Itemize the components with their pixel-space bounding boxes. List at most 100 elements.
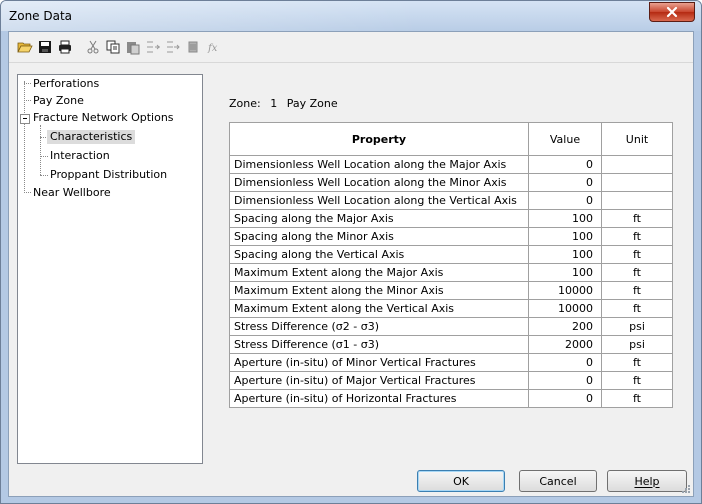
table-row[interactable]: Dimensionless Well Location along the Mi… [229, 173, 673, 192]
tree-line [24, 100, 31, 101]
window-title: Zone Data [9, 9, 73, 23]
value-cell[interactable]: 0 [528, 173, 602, 192]
dialog-client: fx Perforations Pay Zone Fracture Networ… [8, 31, 694, 497]
delete-row-icon[interactable] [185, 39, 201, 55]
property-cell: Maximum Extent along the Major Axis [229, 263, 529, 282]
table-row[interactable]: Maximum Extent along the Minor Axis 10000… [229, 281, 673, 300]
zone-number: 1 [270, 97, 278, 110]
table-row[interactable]: Spacing along the Major Axis 100 ft [229, 209, 673, 228]
property-cell: Dimensionless Well Location along the Ma… [229, 155, 529, 174]
insert-row-icon[interactable] [145, 39, 161, 55]
copy-icon[interactable] [105, 39, 121, 55]
value-cell[interactable]: 100 [528, 209, 602, 228]
value-cell[interactable]: 100 [528, 263, 602, 282]
table-row[interactable]: Aperture (in-situ) of Major Vertical Fra… [229, 371, 673, 390]
tree-item-perforations[interactable]: Perforations [33, 77, 99, 91]
property-cell: Aperture (in-situ) of Minor Vertical Fra… [229, 353, 529, 372]
cancel-button[interactable]: Cancel [519, 470, 597, 492]
unit-cell: ft [601, 281, 673, 300]
paste-icon[interactable] [125, 39, 141, 55]
tree-item-pay-zone[interactable]: Pay Zone [33, 94, 84, 108]
value-cell[interactable]: 0 [528, 371, 602, 390]
table-row[interactable]: Aperture (in-situ) of Horizontal Fractur… [229, 389, 673, 408]
value-cell[interactable]: 100 [528, 245, 602, 264]
tree-item-near-wellbore[interactable]: Near Wellbore [33, 186, 111, 200]
zone-name: Pay Zone [286, 97, 338, 110]
table-row[interactable]: Dimensionless Well Location along the Ve… [229, 191, 673, 210]
toolbar: fx [9, 32, 701, 62]
tree-line [40, 156, 48, 157]
property-column-header[interactable]: Property [229, 122, 529, 156]
value-cell[interactable]: 10000 [528, 299, 602, 318]
tree-item-interaction[interactable]: Interaction [50, 149, 110, 163]
value-column-header[interactable]: Value [528, 122, 602, 156]
value-cell[interactable]: 0 [528, 155, 602, 174]
append-row-icon[interactable] [165, 39, 181, 55]
table-row[interactable]: Stress Difference (σ1 - σ3) 2000 psi [229, 335, 673, 354]
tree-item-fracture-network-options[interactable]: Fracture Network Options [33, 111, 174, 125]
value-cell[interactable]: 0 [528, 191, 602, 210]
unit-cell [601, 191, 673, 210]
help-label: Help [634, 474, 660, 488]
cut-icon[interactable] [85, 39, 101, 55]
property-cell: Maximum Extent along the Minor Axis [229, 281, 529, 300]
property-cell: Maximum Extent along the Vertical Axis [229, 299, 529, 318]
unit-cell: ft [601, 227, 673, 246]
property-cell: Spacing along the Minor Axis [229, 227, 529, 246]
unit-cell: ft [601, 371, 673, 390]
unit-cell: ft [601, 245, 673, 264]
save-icon[interactable] [37, 39, 53, 55]
table-row[interactable]: Dimensionless Well Location along the Ma… [229, 155, 673, 174]
property-cell: Stress Difference (σ1 - σ3) [229, 335, 529, 354]
tree-item-proppant-distribution[interactable]: Proppant Distribution [50, 168, 167, 182]
unit-cell: ft [601, 299, 673, 318]
zone-data-window: Zone Data fx Perforations Pay Zone Fract… [0, 0, 702, 504]
value-cell[interactable]: 200 [528, 317, 602, 336]
tree-item-characteristics[interactable]: Characteristics [47, 130, 136, 144]
table-row[interactable]: Maximum Extent along the Major Axis 100 ft [229, 263, 673, 282]
zone-label: Zone: 1 Pay Zone [229, 97, 344, 110]
print-icon[interactable] [57, 39, 73, 55]
tree-line [24, 81, 25, 191]
unit-cell: ft [601, 353, 673, 372]
property-table: Property Value Unit Dimensionless Well L… [229, 122, 673, 408]
property-cell: Spacing along the Vertical Axis [229, 245, 529, 264]
unit-cell: ft [601, 209, 673, 228]
property-cell: Dimensionless Well Location along the Ve… [229, 191, 529, 210]
tree-line [24, 83, 31, 84]
navigation-tree[interactable]: Perforations Pay Zone Fracture Network O… [17, 74, 203, 464]
table-row[interactable]: Spacing along the Vertical Axis 100 ft [229, 245, 673, 264]
unit-cell: ft [601, 389, 673, 408]
collapse-toggle[interactable] [20, 114, 30, 124]
zone-prefix: Zone: [229, 97, 261, 110]
value-cell[interactable]: 10000 [528, 281, 602, 300]
close-button[interactable] [649, 2, 695, 22]
title-bar[interactable]: Zone Data [1, 1, 701, 31]
table-row[interactable]: Maximum Extent along the Vertical Axis 10… [229, 299, 673, 318]
unit-cell: psi [601, 335, 673, 354]
value-cell[interactable]: 100 [528, 227, 602, 246]
unit-cell [601, 173, 673, 192]
unit-cell [601, 155, 673, 174]
tree-line [40, 125, 41, 175]
close-icon [666, 6, 678, 18]
ok-button[interactable]: OK [417, 470, 505, 492]
table-row[interactable]: Stress Difference (σ2 - σ3) 200 psi [229, 317, 673, 336]
help-button[interactable]: Help [607, 470, 687, 492]
property-cell: Spacing along the Major Axis [229, 209, 529, 228]
property-cell: Aperture (in-situ) of Major Vertical Fra… [229, 371, 529, 390]
property-cell: Stress Difference (σ2 - σ3) [229, 317, 529, 336]
unit-cell: ft [601, 263, 673, 282]
resize-grip-icon[interactable] [680, 483, 690, 493]
open-icon[interactable] [17, 39, 33, 55]
function-icon[interactable]: fx [205, 39, 221, 55]
unit-column-header[interactable]: Unit [601, 122, 673, 156]
property-cell: Dimensionless Well Location along the Mi… [229, 173, 529, 192]
value-cell[interactable]: 0 [528, 353, 602, 372]
table-row[interactable]: Aperture (in-situ) of Minor Vertical Fra… [229, 353, 673, 372]
value-cell[interactable]: 2000 [528, 335, 602, 354]
table-row[interactable]: Spacing along the Minor Axis 100 ft [229, 227, 673, 246]
value-cell[interactable]: 0 [528, 389, 602, 408]
property-cell: Aperture (in-situ) of Horizontal Fractur… [229, 389, 529, 408]
toolbar-divider [9, 62, 693, 63]
